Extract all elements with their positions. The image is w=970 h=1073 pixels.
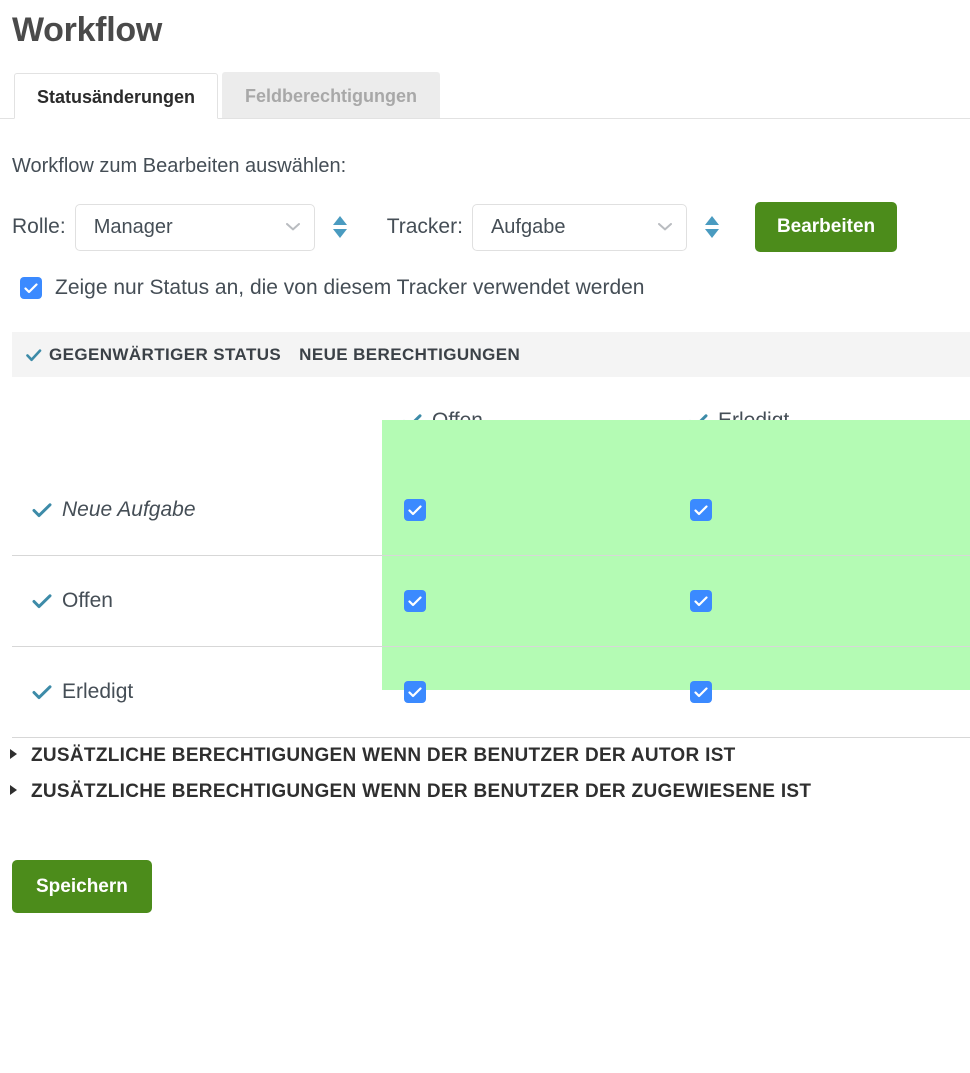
header-current-status: GEGENWÄRTIGER STATUS bbox=[26, 345, 281, 365]
section-author-permissions[interactable]: ZUSÄTZLICHE BERECHTIGUNGEN WENN DER BENU… bbox=[10, 738, 970, 774]
role-label: Rolle: bbox=[12, 215, 66, 238]
intro-text: Workflow zum Bearbeiten auswählen: bbox=[12, 155, 347, 177]
tracker-select[interactable]: Aufgabe bbox=[471, 203, 687, 251]
edit-button[interactable]: Bearbeiten bbox=[754, 202, 898, 252]
permission-checkbox-neueaufgabe-offen[interactable] bbox=[404, 499, 426, 521]
table-row: Erledigt bbox=[12, 646, 970, 737]
table-row: Offen bbox=[12, 555, 970, 646]
check-icon bbox=[32, 684, 52, 700]
filter-label: Zeige nur Status an, die von diesem Trac… bbox=[55, 276, 645, 299]
row-label-text: Erledigt bbox=[62, 680, 134, 703]
row-label-text: Neue Aufgabe bbox=[62, 498, 196, 521]
workflow-table: GEGENWÄRTIGER STATUS NEUE BERECHTIGUNGEN… bbox=[0, 332, 970, 738]
check-icon bbox=[32, 502, 52, 518]
page-title: Workflow bbox=[12, 11, 162, 49]
section-assignee-permissions[interactable]: ZUSÄTZLICHE BERECHTIGUNGEN WENN DER BENU… bbox=[10, 774, 970, 810]
save-area: Speichern bbox=[12, 860, 970, 913]
check-icon bbox=[32, 593, 52, 609]
filter-row: Zeige nur Status an, die von diesem Trac… bbox=[20, 276, 970, 300]
row-label-neue-aufgabe: Neue Aufgabe bbox=[32, 498, 196, 522]
caret-right-icon bbox=[10, 749, 17, 759]
permission-checkbox-erledigt-offen[interactable] bbox=[404, 681, 426, 703]
permission-checkbox-offen-erledigt[interactable] bbox=[690, 590, 712, 612]
header-current-status-label: GEGENWÄRTIGER STATUS bbox=[49, 344, 282, 364]
row-label-erledigt: Erledigt bbox=[32, 680, 133, 704]
row-label-offen: Offen bbox=[32, 589, 113, 613]
sort-updown-icon-tracker[interactable] bbox=[701, 212, 723, 242]
tab-label: Feldberechtigungen bbox=[245, 86, 418, 106]
tab-statusaenderungen[interactable]: Statusänderungen bbox=[14, 73, 219, 119]
save-button[interactable]: Speichern bbox=[12, 860, 152, 913]
role-select-value: Manager bbox=[93, 215, 173, 238]
row-label-text: Offen bbox=[62, 589, 113, 612]
section-label: ZUSÄTZLICHE BERECHTIGUNGEN WENN DER BENU… bbox=[31, 781, 812, 802]
caret-right-icon bbox=[10, 785, 17, 795]
table-row: Neue Aufgabe bbox=[12, 465, 970, 555]
tab-feldberechtigungen[interactable]: Feldberechtigungen bbox=[222, 72, 441, 118]
tracker-select-value: Aufgabe bbox=[490, 215, 566, 238]
permission-checkbox-neueaufgabe-erledigt[interactable] bbox=[690, 499, 712, 521]
check-icon bbox=[26, 348, 42, 362]
table-header-bar: GEGENWÄRTIGER STATUS NEUE BERECHTIGUNGEN bbox=[12, 332, 970, 377]
header-new-permissions: NEUE BERECHTIGUNGEN bbox=[299, 344, 521, 364]
sort-updown-icon-role[interactable] bbox=[329, 212, 351, 242]
permission-checkbox-erledigt-erledigt[interactable] bbox=[690, 681, 712, 703]
show-only-tracker-statuses-checkbox[interactable] bbox=[20, 277, 42, 299]
tab-strip: Statusänderungen Feldberechtigungen bbox=[0, 72, 970, 119]
section-label: ZUSÄTZLICHE BERECHTIGUNGEN WENN DER BENU… bbox=[31, 745, 736, 766]
workflow-selector-row: Rolle: Manager Tracker: Aufgabe Bearbeit… bbox=[12, 202, 970, 252]
tab-label: Statusänderungen bbox=[37, 87, 196, 107]
permission-checkbox-offen-offen[interactable] bbox=[404, 590, 426, 612]
table-body: Neue Aufgabe Offen Erledigt bbox=[12, 465, 970, 738]
chevron-down-icon bbox=[285, 223, 300, 231]
chevron-down-icon bbox=[657, 223, 672, 231]
tracker-label: Tracker: bbox=[386, 215, 463, 238]
role-select[interactable]: Manager bbox=[74, 203, 315, 251]
